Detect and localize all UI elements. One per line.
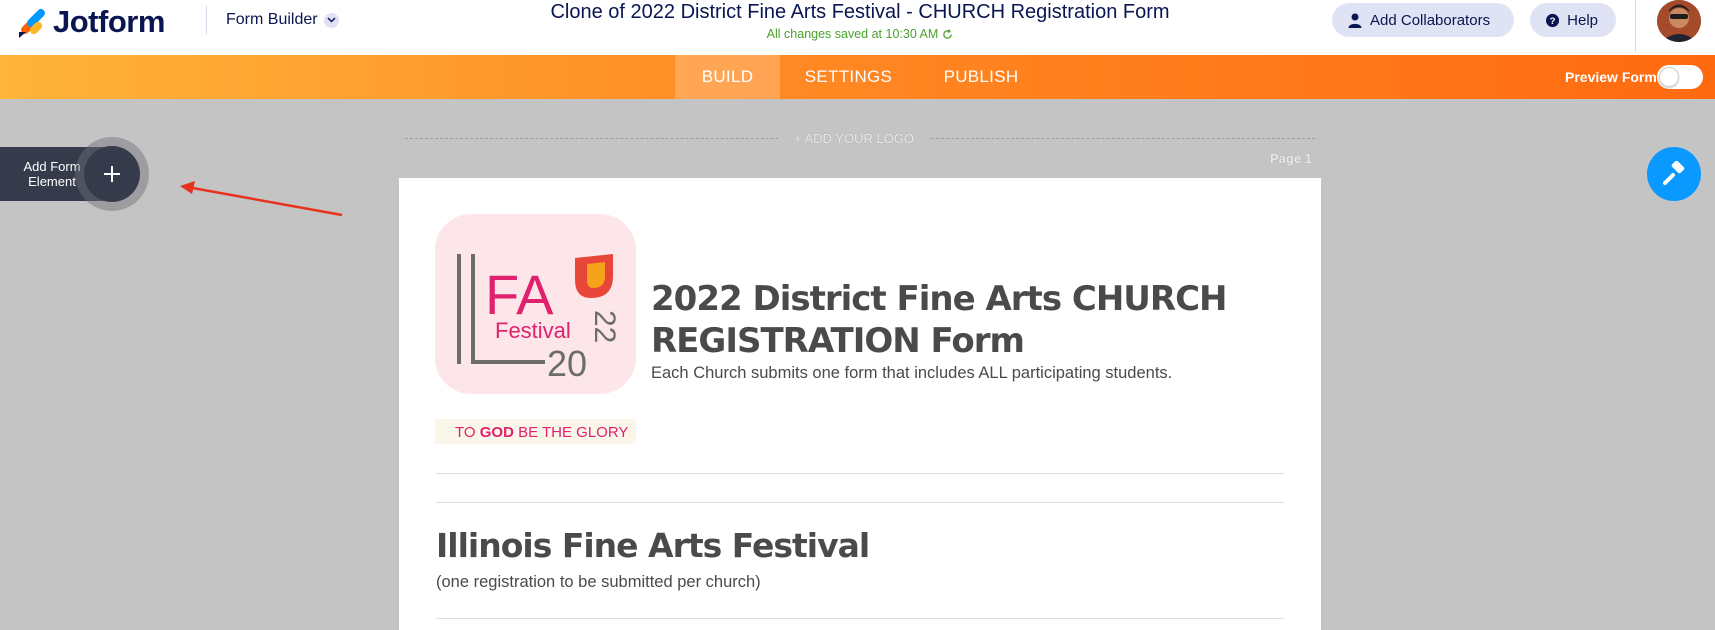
festival-logo-image[interactable]: FA Festival 20 22 TO GOD BE THE GLORY	[435, 214, 636, 444]
add-logo-button[interactable]: + ADD YOUR LOGO	[778, 131, 931, 146]
form-sheet: FA Festival 20 22 TO GOD BE THE GLORY 20…	[399, 178, 1321, 630]
page-label: Page 1	[1270, 151, 1312, 166]
section-heading[interactable]: Illinois Fine Arts Festival	[436, 526, 870, 565]
help-label: Help	[1567, 11, 1598, 29]
tab-build[interactable]: BUILD	[675, 55, 780, 99]
preview-form-label: Preview Form	[1565, 69, 1657, 85]
form-title-area: Clone of 2022 District Fine Arts Festiva…	[500, 1, 1220, 41]
logo-year-text: 20	[547, 343, 587, 384]
tab-settings[interactable]: SETTINGS	[795, 55, 902, 99]
paint-roller-icon	[1663, 161, 1685, 185]
divider	[436, 473, 1284, 474]
brand-name: Jotform	[53, 4, 165, 39]
chevron-down-icon	[323, 12, 339, 28]
divider	[436, 502, 1284, 503]
help-button[interactable]: ? Help	[1530, 3, 1616, 37]
add-collaborators-label: Add Collaborators	[1370, 11, 1491, 29]
form-builder-label: Form Builder	[226, 11, 318, 28]
add-form-element-button[interactable]: Add Form Element	[0, 137, 149, 211]
avatar[interactable]	[1657, 0, 1701, 42]
form-title[interactable]: Clone of 2022 District Fine Arts Festiva…	[500, 1, 1220, 24]
top-bar: Jotform Form Builder Clone of 2022 Distr…	[0, 0, 1715, 55]
annotation-arrow-icon	[180, 181, 343, 217]
save-status: All changes saved at 10:30 AM	[500, 27, 1220, 41]
builder-tab-bar: BUILD SETTINGS PUBLISH Preview Form	[0, 55, 1715, 99]
toggle-knob	[1659, 67, 1679, 87]
refresh-icon[interactable]	[942, 28, 953, 40]
svg-text:TO GOD BE THE GLORY: TO GOD BE THE GLORY	[455, 424, 628, 441]
jotform-logo[interactable]: Jotform	[17, 4, 165, 40]
header-divider-right	[1635, 0, 1636, 52]
form-designer-button[interactable]	[1647, 147, 1701, 201]
user-icon	[1348, 13, 1362, 28]
save-status-text: All changes saved at 10:30 AM	[766, 27, 939, 41]
logo-festival-text: Festival	[495, 318, 571, 343]
logo-motto-c: BE THE GLORY	[514, 424, 629, 441]
logo-motto-a: TO	[455, 424, 480, 441]
plus-icon[interactable]	[84, 146, 140, 202]
form-builder-dropdown[interactable]: Form Builder	[226, 11, 339, 29]
logo-motto-god: GOD	[480, 424, 514, 441]
jotform-logo-icon	[19, 9, 45, 38]
logo-fa-text: FA	[485, 263, 554, 326]
preview-form-toggle[interactable]	[1657, 65, 1703, 89]
add-collaborators-button[interactable]: Add Collaborators	[1332, 3, 1514, 37]
svg-text:?: ?	[1550, 16, 1556, 27]
logo-year-vertical: 22	[588, 310, 621, 343]
form-subheading[interactable]: Each Church submits one form that includ…	[651, 364, 1172, 383]
form-heading[interactable]: 2022 District Fine Arts CHURCH REGISTRAT…	[651, 278, 1251, 362]
section-subheading[interactable]: (one registration to be submitted per ch…	[436, 573, 761, 592]
help-icon: ?	[1546, 13, 1560, 27]
tab-publish[interactable]: PUBLISH	[930, 55, 1032, 99]
divider	[436, 618, 1284, 619]
header-divider	[206, 5, 207, 35]
